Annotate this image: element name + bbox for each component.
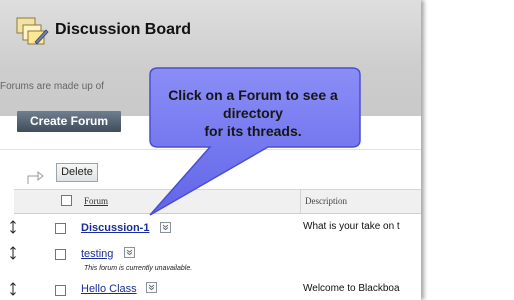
callout-bubble — [149, 67, 361, 216]
callout-line-2: for its threads. — [204, 123, 302, 139]
callout-text: Click on a Forum to see a directory for … — [160, 86, 346, 140]
app-window: Discussion Board Forums are made up of C… — [0, 0, 514, 300]
callout-line-1: Click on a Forum to see a directory — [168, 87, 338, 121]
